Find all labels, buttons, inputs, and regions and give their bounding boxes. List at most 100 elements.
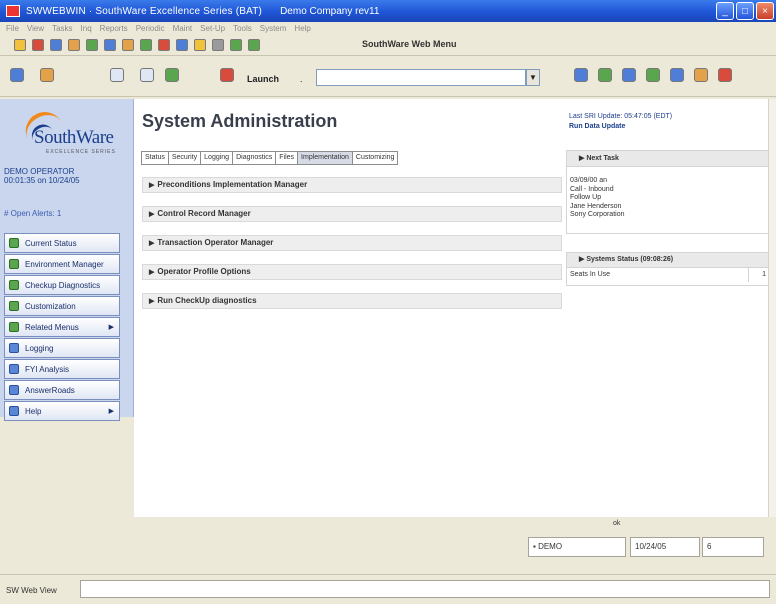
sidebar-item-customization[interactable]: Customization [4,296,120,316]
layout-icon[interactable] [10,68,24,82]
section-checkup[interactable]: ▶ Run CheckUp diagnostics [142,293,562,309]
forward-icon[interactable] [248,39,260,51]
sidebar-item-current-status[interactable]: Current Status [4,233,120,253]
sidebar-item-logging[interactable]: Logging [4,338,120,358]
maximize-button[interactable]: □ [736,2,754,20]
calendar-icon[interactable] [176,39,188,51]
tab-files[interactable]: Files [275,151,298,165]
sidebar-nav: Current Status Environment Manager Check… [4,233,120,422]
next-task-time: 03/09/00 an [570,177,607,184]
paste-icon[interactable] [140,68,154,82]
bottom-field[interactable] [80,580,770,598]
section-label: Run CheckUp diagnostics [157,296,257,305]
notes-icon[interactable] [68,39,80,51]
task-icon[interactable] [194,39,206,51]
launch-input[interactable] [316,69,526,86]
menu-reports[interactable]: Reports [100,24,128,33]
menu-maint[interactable]: Maint [173,24,193,33]
sidebar-item-label: Customization [25,301,76,311]
history-icon[interactable] [694,68,708,82]
save-icon[interactable] [165,68,179,82]
sidebar-item-related-menus[interactable]: Related Menus ▶ [4,317,120,337]
print-icon[interactable] [32,39,44,51]
copy-icon[interactable] [110,68,124,82]
menu-periodic[interactable]: Periodic [136,24,165,33]
people-icon[interactable] [158,39,170,51]
menu-setup[interactable]: Set-Up [200,24,225,33]
sidebar-item-answerroads[interactable]: AnswerRoads [4,380,120,400]
menu-system[interactable]: System [260,24,287,33]
menu-tools[interactable]: Tools [233,24,252,33]
tab-security[interactable]: Security [167,151,201,165]
status-user-text: DEMO [538,542,563,551]
sidebar-item-label: Checkup Diagnostics [25,280,101,290]
minimize-icon: _ [722,5,728,17]
settings-icon[interactable] [212,39,224,51]
menu-inq[interactable]: Inq [81,24,92,33]
next-task-contact: Jane Henderson [570,202,622,210]
tab-implementation[interactable]: Implementation [297,151,352,165]
folder-icon[interactable] [14,39,26,51]
stop-icon[interactable] [622,68,636,82]
sidebar-item-fyi-analysis[interactable]: FYI Analysis [4,359,120,379]
section-operator-profile[interactable]: ▶ Operator Profile Options [142,264,562,280]
southware-logo: SouthWare EXCELLENCE SERIES [8,103,128,155]
back-icon[interactable] [598,68,612,82]
vertical-scrollbar[interactable] [768,99,776,517]
logging-icon [9,343,19,353]
status-row-label: Seats In Use [570,271,611,278]
menu-view[interactable]: View [27,24,44,33]
next-task-header[interactable]: ▶ Next Task [567,151,769,167]
next-task-type: Call - Inbound [570,185,614,193]
tab-customizing[interactable]: Customizing [351,151,399,165]
refresh-icon[interactable] [86,39,98,51]
sidebar-item-checkup-diagnostics[interactable]: Checkup Diagnostics [4,275,120,295]
mail-icon[interactable] [718,68,732,82]
menu-file[interactable]: File [6,24,19,33]
window-titlebar: SWWEBWIN · SouthWare Excellence Series (… [0,0,776,22]
expand-icon: ▶ [149,211,155,218]
next-task-action: Follow Up [570,194,602,201]
launch-dot: . [300,74,303,84]
globe-icon[interactable] [574,68,588,82]
tab-diagnostics[interactable]: Diagnostics [232,151,276,165]
minimize-button[interactable]: _ [716,2,734,20]
user-icon[interactable] [40,68,54,82]
launch-dropdown[interactable]: ▼ [526,69,540,86]
chart-icon[interactable] [140,39,152,51]
home-icon[interactable] [646,68,660,82]
menu-help[interactable]: Help [294,24,310,33]
next-task-company: Sony Corporation [570,211,625,218]
section-preconditions[interactable]: ▶ Preconditions Implementation Manager [142,177,562,193]
favorites-icon[interactable] [670,68,684,82]
sidebar-item-environment-manager[interactable]: Environment Manager [4,254,120,274]
window-icon[interactable] [50,39,62,51]
document-icon[interactable] [104,39,116,51]
section-transaction-operator[interactable]: ▶ Transaction Operator Manager [142,235,562,251]
go-icon[interactable] [230,39,242,51]
chevron-right-icon: ▶ [108,408,114,415]
section-control-record[interactable]: ▶ Control Record Manager [142,206,562,222]
app-icon [6,5,20,17]
expand-icon: ▶ [149,240,155,247]
systems-status-header[interactable]: ▶ Systems Status (09:08:26) [567,253,769,268]
status-extra: 6 [702,537,764,557]
open-alerts-link[interactable]: # Open Alerts: 1 [4,209,61,218]
run-data-update-link[interactable]: Run Data Update [569,123,625,130]
menus-icon [9,322,19,332]
tools-icon[interactable] [220,68,234,82]
expand-icon: ▶ [149,298,155,305]
chevron-right-icon: ▶ [108,324,114,331]
systems-status-title: Systems Status (09:08:26) [586,256,674,263]
tab-logging[interactable]: Logging [200,151,233,165]
next-task-title: Next Task [586,155,619,162]
report-icon[interactable] [122,39,134,51]
sidebar-item-label: FYI Analysis [25,364,70,374]
sidebar-item-help[interactable]: Help ▶ [4,401,120,421]
window-title: SWWEBWIN · SouthWare Excellence Series (… [26,5,263,17]
launch-toolbar: Launch . ▼ [0,55,776,97]
tab-status[interactable]: Status [141,151,168,165]
menu-tasks[interactable]: Tasks [52,24,72,33]
connection-indicator: ok [613,520,621,527]
close-button[interactable]: × [756,2,774,20]
